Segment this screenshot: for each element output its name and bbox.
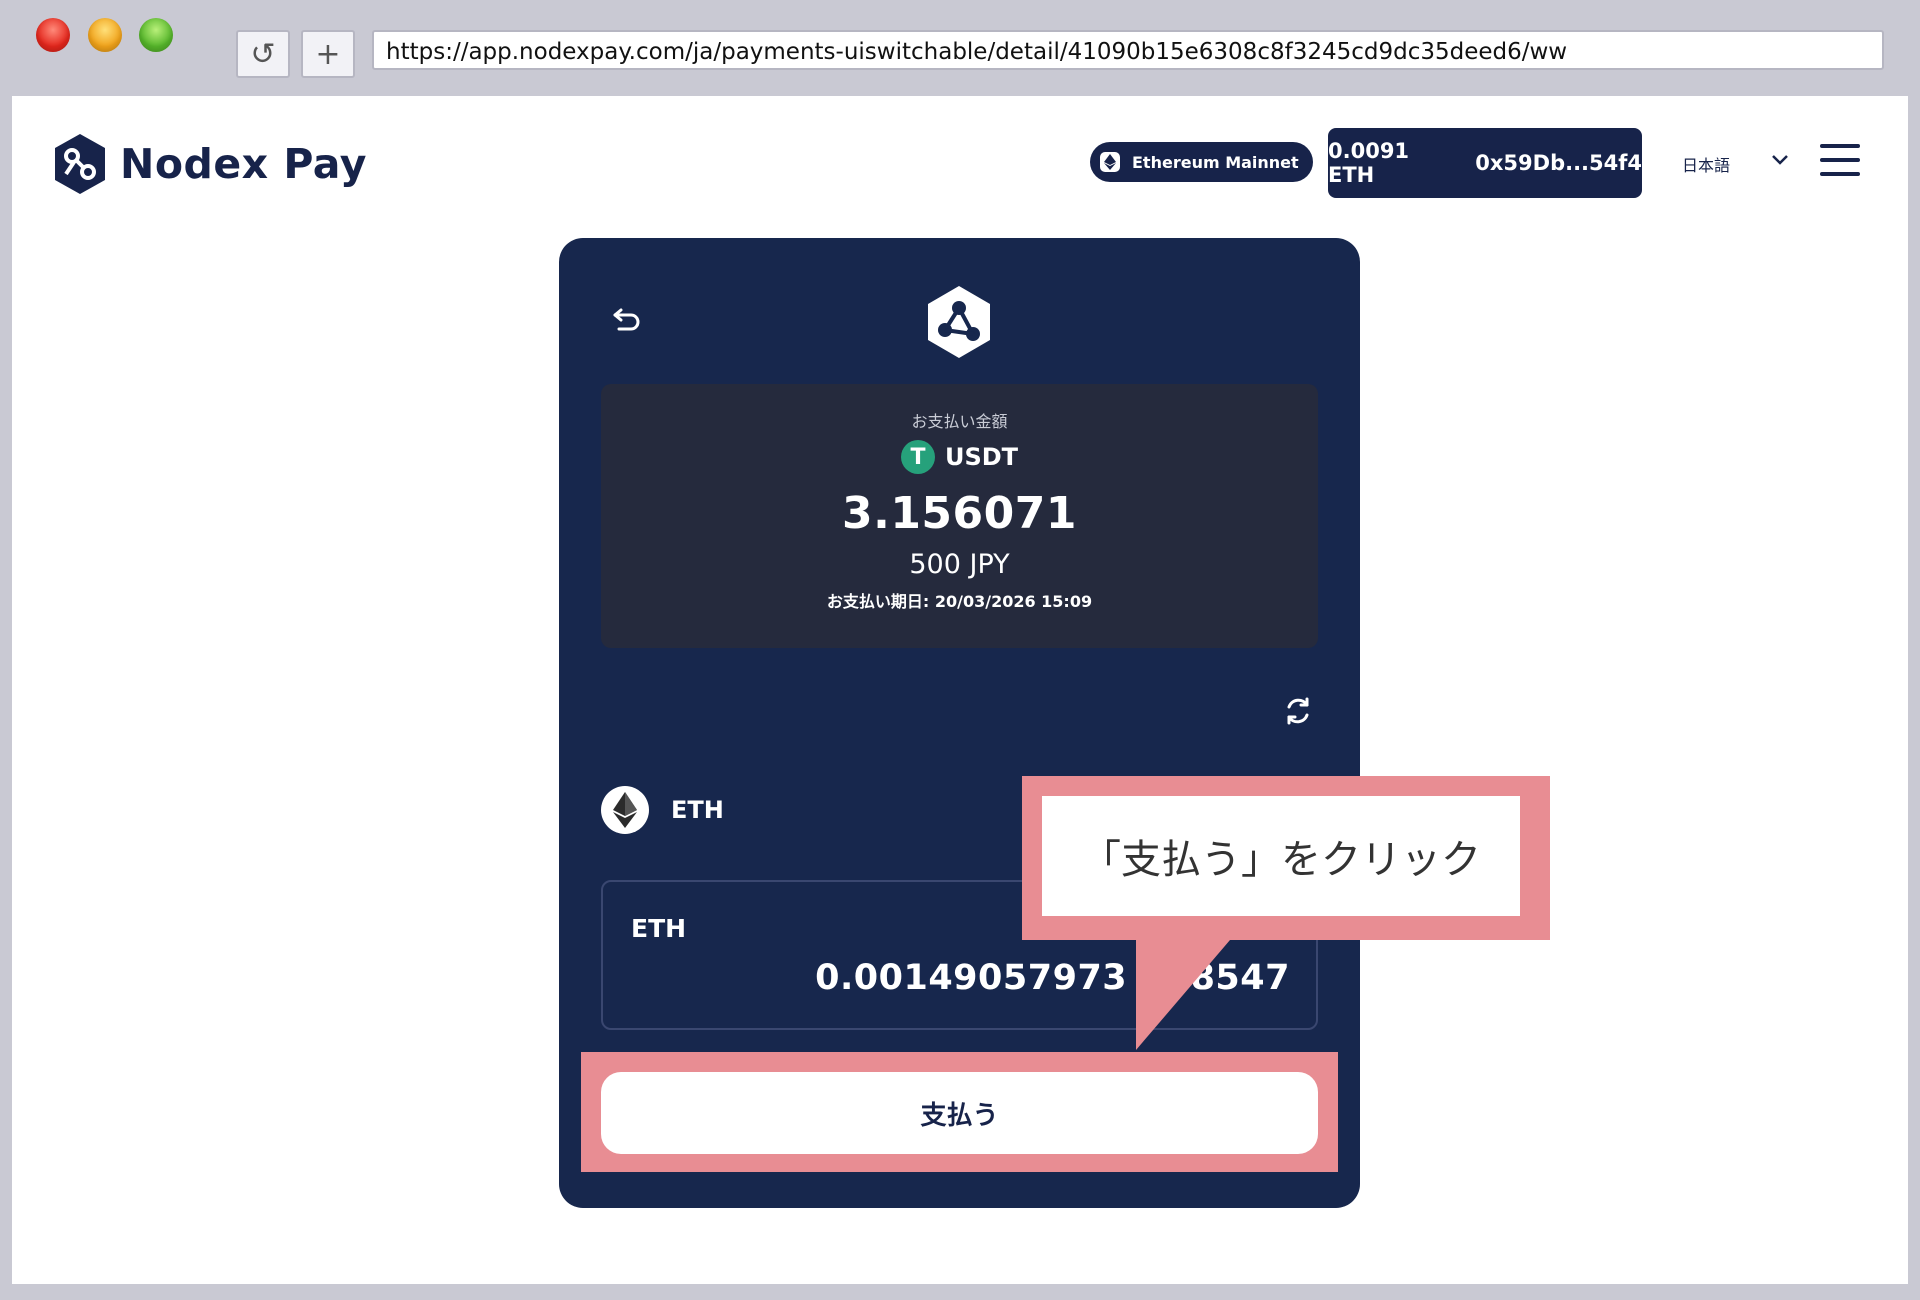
currency-name: ETH xyxy=(671,796,724,824)
refresh-icon[interactable] xyxy=(1281,694,1315,728)
brand-name: Nodex Pay xyxy=(120,140,367,188)
wallet-address: 0x59Db...54f4 xyxy=(1475,151,1642,175)
page: Nodex Pay Ethereum Mainnet 0.0091 ETH 0x… xyxy=(12,96,1908,1284)
payment-card: お支払い金額 T USDT 3.156071 500 JPY お支払い期日: 2… xyxy=(559,238,1360,1208)
brand-logo[interactable]: Nodex Pay xyxy=(52,132,367,196)
pay-button[interactable]: 支払う xyxy=(601,1072,1318,1154)
token-symbol: USDT xyxy=(944,443,1019,471)
browser-chrome: ↺ + https://app.nodexpay.com/ja/payments… xyxy=(0,0,1920,96)
nodex-logo-icon xyxy=(928,286,990,358)
address-bar[interactable]: https://app.nodexpay.com/ja/payments-uis… xyxy=(372,30,1884,70)
reload-icon: ↺ xyxy=(250,36,276,72)
close-window-button[interactable] xyxy=(36,18,70,52)
network-selector[interactable]: Ethereum Mainnet xyxy=(1090,142,1313,182)
ethereum-icon xyxy=(601,786,649,834)
network-name: Ethereum Mainnet xyxy=(1132,152,1299,172)
fiat-amount: 500 JPY xyxy=(909,549,1010,580)
reload-button[interactable]: ↺ xyxy=(236,30,290,78)
chevron-down-icon[interactable] xyxy=(1769,148,1791,170)
instruction-text: 「支払う」をクリック xyxy=(1042,796,1520,916)
nodex-logo-icon xyxy=(55,134,105,194)
token-row: T USDT xyxy=(601,440,1318,474)
eth-amount-label: ETH xyxy=(631,914,687,943)
currency-selector[interactable]: ETH xyxy=(601,786,724,834)
new-tab-button[interactable]: + xyxy=(301,30,355,78)
minimize-window-button[interactable] xyxy=(88,18,122,52)
plus-icon: + xyxy=(315,36,341,72)
language-selector[interactable]: 日本語 xyxy=(1682,152,1730,176)
token-amount: 3.156071 xyxy=(841,488,1078,539)
tether-icon: T xyxy=(900,440,935,474)
amount-label: お支払い金額 xyxy=(911,412,1008,431)
wallet-balance: 0.0091 ETH xyxy=(1328,139,1410,187)
hamburger-menu-icon[interactable] xyxy=(1820,144,1860,176)
back-arrow-icon[interactable] xyxy=(611,302,643,334)
payment-deadline: お支払い期日: 20/03/2026 15:09 xyxy=(826,592,1093,611)
instruction-callout: 「支払う」をクリック xyxy=(1022,776,1550,940)
ethereum-icon xyxy=(1100,152,1120,172)
maximize-window-button[interactable] xyxy=(139,18,173,52)
amount-panel: お支払い金額 T USDT 3.156071 500 JPY お支払い期日: 2… xyxy=(601,384,1318,648)
wallet-button[interactable]: 0.0091 ETH 0x59Db...54f4 xyxy=(1328,128,1642,198)
callout-pointer xyxy=(1136,940,1230,1050)
